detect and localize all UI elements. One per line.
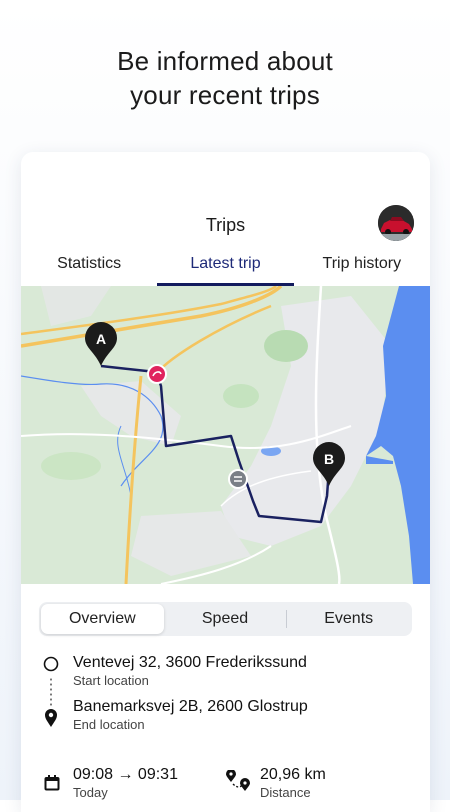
tab-trip-history[interactable]: Trip history — [294, 250, 430, 286]
vehicle-avatar[interactable] — [378, 205, 414, 241]
start-marker-label: A — [96, 331, 106, 347]
harsh-braking-icon[interactable] — [147, 364, 167, 384]
end-address: Banemarksvej 2B, 2600 Glostrup — [73, 698, 308, 715]
end-marker-label: B — [324, 451, 334, 467]
segment-speed[interactable]: Speed — [164, 604, 287, 634]
end-location: Banemarksvej 2B, 2600 Glostrup End locat… — [73, 698, 308, 732]
event-icon[interactable] — [228, 469, 248, 489]
calendar-icon — [44, 775, 60, 791]
headline: Be informed about your recent trips — [0, 44, 450, 112]
tab-statistics[interactable]: Statistics — [21, 250, 157, 286]
trip-time-value: 09:08 → 09:31 — [73, 766, 178, 783]
end-location-label: End location — [73, 717, 145, 732]
trip-time: 09:08 → 09:31 Today — [73, 766, 178, 800]
trip-distance-label: Distance — [260, 785, 311, 800]
end-pin-icon — [45, 709, 57, 727]
route-dots — [50, 677, 52, 707]
car-icon — [378, 205, 414, 241]
start-location: Ventevej 32, 3600 Frederikssund Start lo… — [73, 654, 307, 688]
trips-tabs: Statistics Latest trip Trip history — [21, 250, 430, 286]
segment-events[interactable]: Events — [287, 604, 410, 634]
segment-overview[interactable]: Overview — [41, 604, 164, 634]
distance-route-icon — [226, 770, 250, 791]
start-address: Ventevej 32, 3600 Frederikssund — [73, 654, 307, 671]
headline-line-2: your recent trips — [130, 80, 320, 110]
start-circle-icon — [43, 656, 59, 672]
trip-time-label: Today — [73, 785, 108, 800]
trip-distance-value: 20,96 km — [260, 766, 326, 783]
trip-distance: 20,96 km Distance — [260, 766, 326, 800]
screen-title: Trips — [205, 215, 246, 235]
detail-segmented-control: Overview Speed Events — [39, 602, 412, 636]
trip-map[interactable]: A B — [21, 284, 430, 585]
start-location-label: Start location — [73, 673, 149, 688]
headline-line-1: Be informed about — [117, 46, 333, 76]
tab-latest-trip[interactable]: Latest trip — [157, 250, 294, 286]
trips-card: Trips Statistics Latest trip Trip histor… — [21, 152, 430, 812]
map-canvas: A B — [21, 284, 430, 585]
